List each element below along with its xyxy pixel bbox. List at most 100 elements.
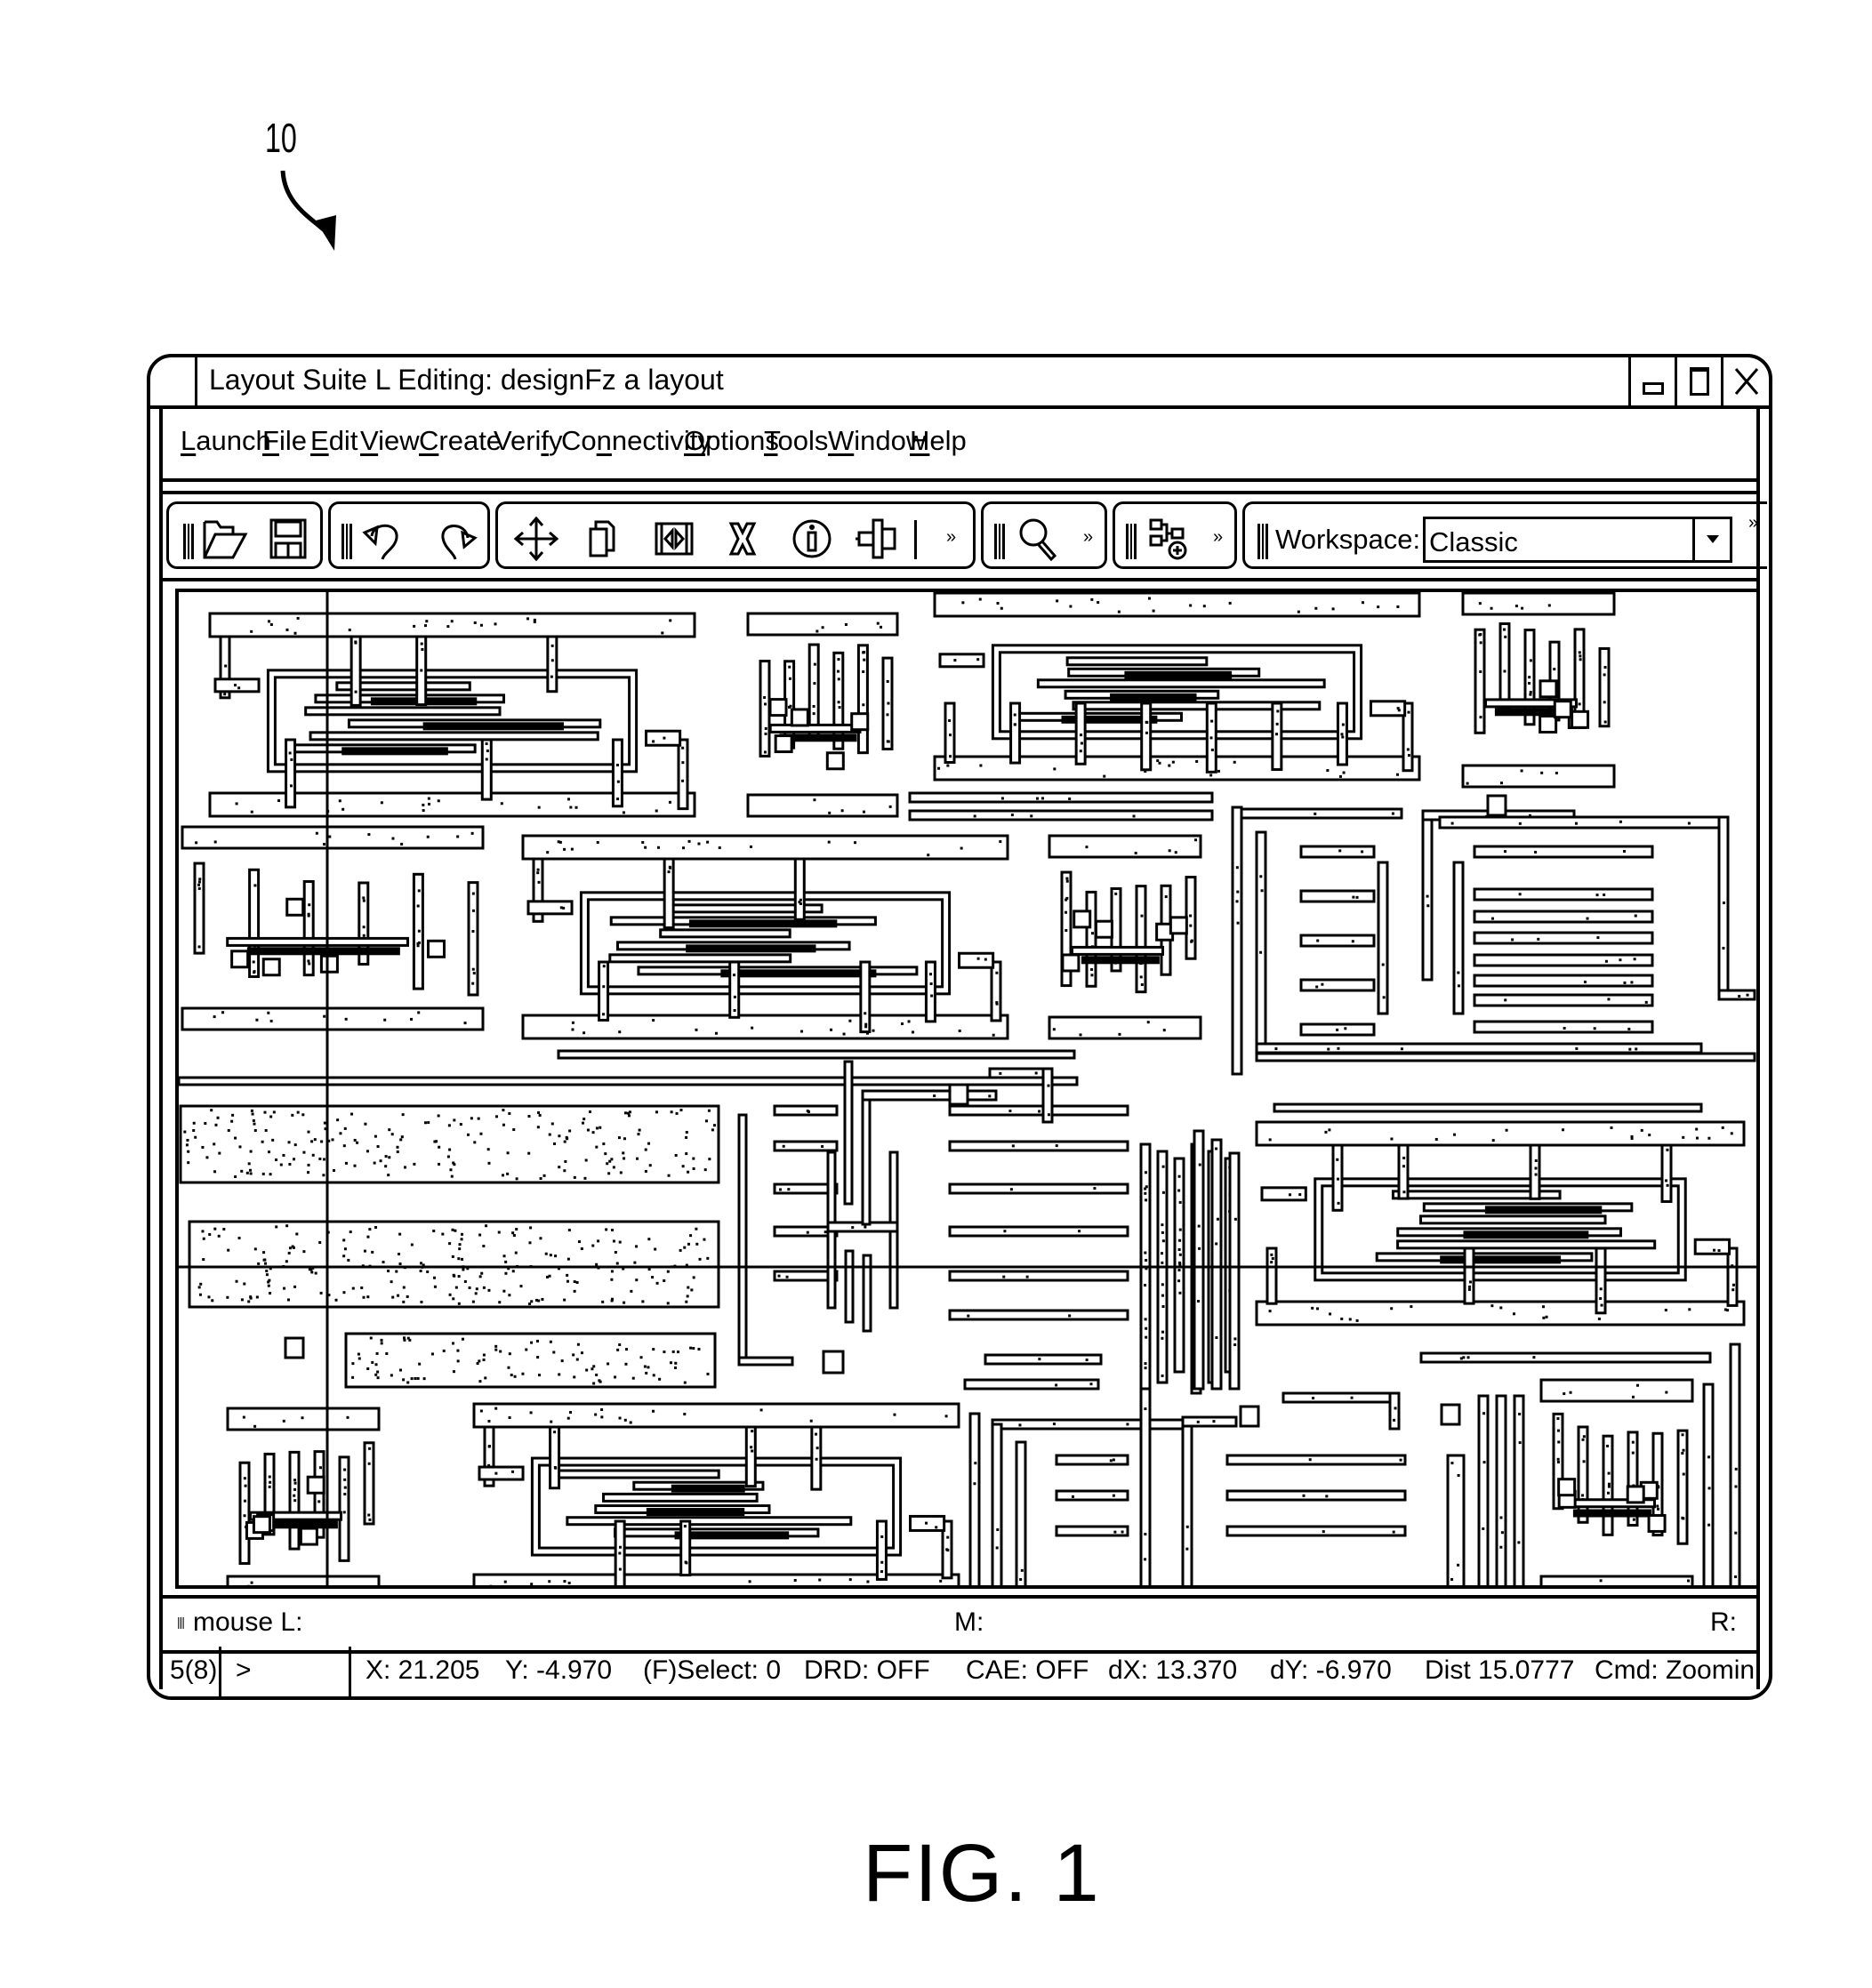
system-menu-box[interactable]	[150, 357, 197, 405]
menu-verify[interactable]: Verify	[494, 425, 563, 457]
menu-tools[interactable]: Tools	[764, 425, 828, 457]
menu-edit[interactable]: Edit	[310, 425, 358, 457]
toolbar-overflow-button[interactable]: »	[946, 527, 956, 548]
contact	[285, 897, 305, 917]
stipple-dot	[1177, 1247, 1181, 1251]
via-stub	[1271, 701, 1283, 772]
hierarchy-button[interactable]	[1145, 517, 1193, 561]
via-stub	[759, 660, 771, 758]
via-stub	[859, 960, 872, 1034]
toolbar-grip[interactable]	[1257, 524, 1268, 559]
stipple-dot	[291, 1113, 294, 1117]
open-button[interactable]	[201, 517, 249, 561]
stipple-dot	[437, 1114, 440, 1118]
stipple-dot	[293, 1143, 297, 1147]
delete-button[interactable]	[719, 517, 767, 561]
minimize-button[interactable]	[1628, 357, 1675, 405]
stipple-dot	[1132, 814, 1136, 818]
stipple-dot	[1134, 851, 1137, 854]
menu-create[interactable]: Create	[419, 425, 502, 457]
redo-button[interactable]	[430, 517, 478, 561]
stipple-dot	[1520, 769, 1523, 773]
stipple-dot	[1161, 1230, 1164, 1234]
stipple-dot	[1604, 959, 1608, 963]
toolbar-grip[interactable]	[994, 524, 1005, 559]
stipple-dot	[1338, 774, 1342, 778]
stipple-dot	[293, 1487, 297, 1491]
move-button[interactable]	[512, 516, 560, 562]
close-button[interactable]	[1721, 357, 1769, 405]
stipple-dot	[368, 1228, 372, 1231]
stipple-dot	[933, 1094, 936, 1098]
stipple-dot	[1377, 605, 1380, 609]
stipple-dot	[601, 1300, 605, 1303]
toolbar-grip[interactable]	[1126, 524, 1137, 559]
stretch-button[interactable]	[651, 517, 699, 561]
stipple-dot	[351, 1287, 355, 1290]
stipple-dot	[733, 995, 736, 998]
menu-view[interactable]: View	[360, 425, 420, 457]
stipple-dot	[793, 1578, 797, 1582]
stipple-dot	[595, 1145, 599, 1149]
stipple-dot	[213, 840, 217, 844]
stipple-dot	[623, 1301, 626, 1304]
menu-file[interactable]: File	[262, 425, 307, 457]
undo-button[interactable]	[361, 517, 409, 561]
stipple-dot	[301, 1113, 305, 1117]
dropdown-arrow[interactable]	[1692, 519, 1730, 560]
toolbar-grip[interactable]	[183, 524, 194, 559]
stipple-dot	[652, 1409, 655, 1413]
stipple-dot	[1161, 1261, 1164, 1264]
stipple-dot	[912, 1030, 915, 1034]
stipple-dot	[252, 1118, 255, 1122]
menu-help[interactable]: Help	[910, 425, 967, 457]
vertical-rail	[1210, 1138, 1223, 1391]
contact	[850, 712, 870, 732]
workspace-dropdown[interactable]: Classic	[1423, 517, 1732, 563]
stipple-dot	[622, 811, 625, 814]
stipple-dot	[387, 1174, 390, 1177]
stipple-dot	[527, 1151, 531, 1155]
stipple-dot	[602, 985, 606, 989]
wire-bold	[341, 747, 448, 756]
stipple-dot	[851, 1226, 855, 1230]
stipple-dot	[644, 846, 647, 849]
stipple-dot	[1351, 940, 1354, 943]
menu-launch[interactable]: Launch	[181, 425, 271, 457]
toolbar-overflow-button[interactable]: »	[1213, 527, 1223, 548]
power-rail	[208, 612, 696, 638]
align-button[interactable]	[854, 517, 902, 561]
stipple-dot	[1511, 938, 1514, 942]
finger	[1055, 1489, 1129, 1502]
zoom-button[interactable]	[1016, 517, 1064, 562]
stipple-dot	[1393, 1418, 1396, 1422]
wire-bold	[1124, 670, 1233, 679]
save-button[interactable]	[269, 517, 309, 561]
copy-button[interactable]	[580, 517, 628, 561]
stipple-dot	[614, 1250, 617, 1254]
stipple-dot	[568, 1129, 572, 1133]
stipple-dot	[567, 1582, 571, 1585]
stipple-dot	[1233, 1337, 1237, 1341]
stipple-dot	[692, 1276, 695, 1279]
command-prompt[interactable]: >	[221, 1647, 351, 1696]
toolbar-overflow-button[interactable]: »	[1083, 527, 1093, 548]
stipple-dot	[573, 1175, 576, 1179]
properties-button[interactable]	[788, 517, 836, 561]
stipple-dot	[553, 1465, 557, 1469]
stipple-dot	[616, 780, 620, 783]
stipple-dot	[470, 831, 474, 835]
layout-canvas[interactable]	[175, 589, 1760, 1589]
toolbar-grip[interactable]	[341, 524, 352, 559]
vertical-rail	[1015, 1440, 1027, 1585]
stipple-dot	[515, 1177, 518, 1181]
stipple-dot	[265, 1269, 269, 1272]
stipple-dot	[1034, 1071, 1038, 1075]
maximize-button[interactable]	[1675, 357, 1721, 405]
stipple-dot	[454, 1229, 457, 1232]
stipple-dot	[385, 1351, 389, 1355]
stipple-dot	[713, 1124, 717, 1127]
title-bar[interactable]: Layout Suite L Editing: designFz a layou…	[150, 357, 1769, 409]
stipple-dot	[1185, 1547, 1189, 1551]
toolbar-overflow-button[interactable]: »	[1748, 513, 1758, 533]
